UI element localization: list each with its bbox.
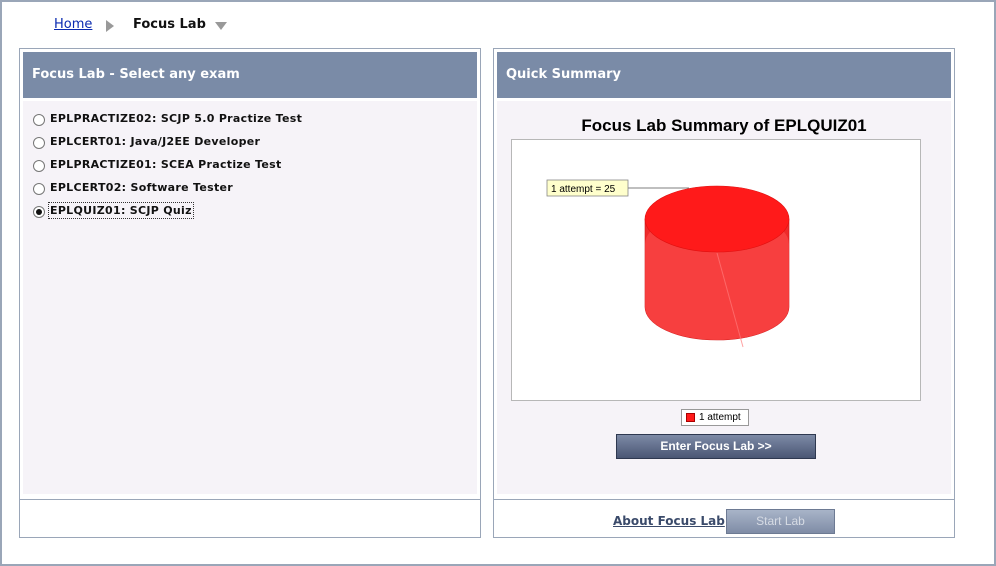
callout-text: 1 attempt = 25 <box>551 184 616 195</box>
exam-option-label[interactable]: EPLQUIZ01: SCJP Quiz <box>48 202 194 219</box>
legend-swatch <box>686 413 695 422</box>
quick-summary-body: Focus Lab Summary of EPLQUIZ01 1 attempt… <box>497 101 951 494</box>
pie-chart-area: 1 attempt = 25 <box>511 139 921 401</box>
panel-footer-divider <box>494 499 954 500</box>
exam-select-panel: Focus Lab - Select any exam EPLPRACTIZE0… <box>19 48 481 538</box>
panel-footer-divider <box>20 499 480 500</box>
radio-button[interactable] <box>33 137 45 149</box>
app-frame: Home Focus Lab Focus Lab - Select any ex… <box>0 0 996 566</box>
radio-button[interactable] <box>33 183 45 195</box>
quick-summary-title: Quick Summary <box>497 52 951 98</box>
exam-option-label[interactable]: EPLPRACTIZE02: SCJP 5.0 Practize Test <box>50 112 302 125</box>
pie-chart: 1 attempt = 25 <box>546 179 790 348</box>
exam-select-panel-title: Focus Lab - Select any exam <box>23 52 477 98</box>
exam-option-label[interactable]: EPLCERT02: Software Tester <box>50 181 233 194</box>
breadcrumb-home-link[interactable]: Home <box>54 17 92 32</box>
exam-option-label[interactable]: EPLPRACTIZE01: SCEA Practize Test <box>50 158 282 171</box>
pie-slice-1-attempt <box>644 185 790 253</box>
pie-callout-label: 1 attempt = 25 <box>546 179 629 197</box>
radio-button[interactable] <box>33 160 45 172</box>
chevron-down-icon[interactable] <box>215 22 227 30</box>
breadcrumb-current: Focus Lab <box>133 17 206 32</box>
about-focus-lab-link[interactable]: About Focus Lab <box>613 514 725 528</box>
exam-list-body: EPLPRACTIZE02: SCJP 5.0 Practize Test EP… <box>23 101 477 494</box>
radio-button-selected[interactable] <box>33 206 45 218</box>
radio-button[interactable] <box>33 114 45 126</box>
start-lab-button[interactable]: Start Lab <box>726 509 835 534</box>
chart-title: Focus Lab Summary of EPLQUIZ01 <box>581 116 867 135</box>
legend-label: 1 attempt <box>699 412 741 423</box>
exam-option-label[interactable]: EPLCERT01: Java/J2EE Developer <box>50 135 260 148</box>
chevron-right-icon <box>106 20 114 32</box>
enter-focus-lab-button[interactable]: Enter Focus Lab >> <box>616 434 816 459</box>
chart-legend: 1 attempt <box>681 409 749 426</box>
quick-summary-panel: Quick Summary Focus Lab Summary of EPLQU… <box>493 48 955 538</box>
